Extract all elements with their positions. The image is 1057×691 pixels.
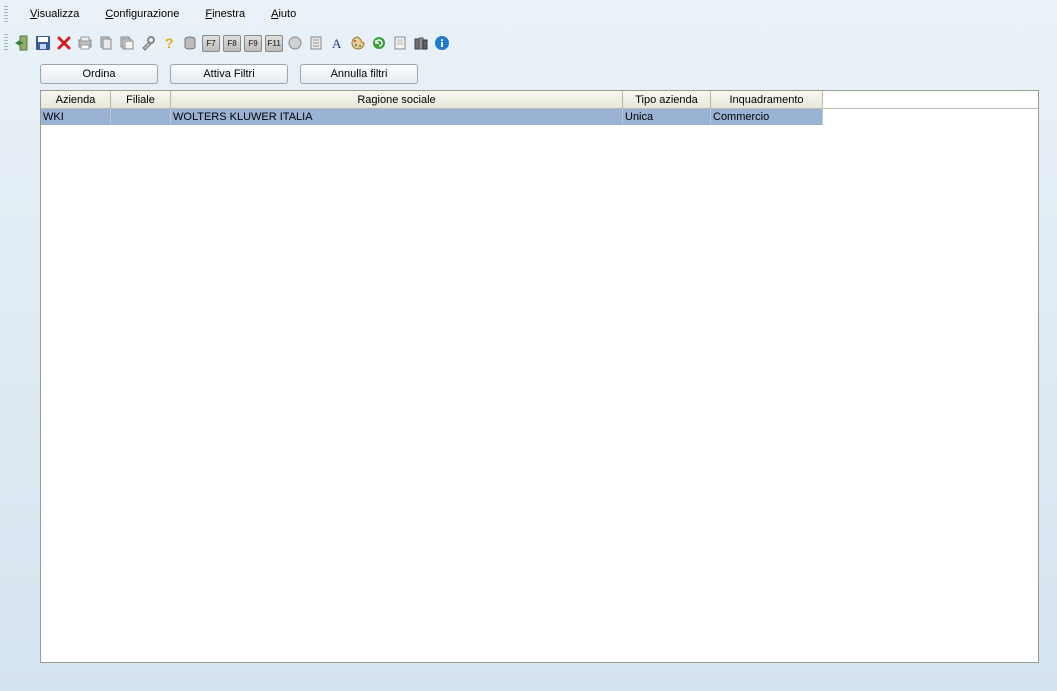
menubar: Visualizza Configurazione Finestra Aiuto [0, 0, 1057, 28]
refresh-icon[interactable] [370, 34, 388, 52]
grid-panel: Azienda Filiale Ragione sociale Tipo azi… [40, 90, 1039, 663]
info-icon[interactable] [433, 34, 451, 52]
tool-icon[interactable] [139, 34, 157, 52]
ordina-button[interactable]: Ordina [40, 64, 158, 84]
menu-visualizza[interactable]: Visualizza [24, 6, 85, 22]
circle-gray-icon[interactable] [286, 34, 304, 52]
page-icon[interactable] [391, 34, 409, 52]
note-icon[interactable] [307, 34, 325, 52]
col-header-filiale[interactable]: Filiale [111, 91, 171, 109]
cell-inquadramento: Commercio [711, 109, 823, 125]
svg-text:A: A [332, 36, 342, 51]
svg-text:?: ? [165, 35, 174, 51]
f9-key[interactable]: F9 [244, 34, 262, 52]
books-icon[interactable] [412, 34, 430, 52]
grid-header: Azienda Filiale Ragione sociale Tipo azi… [41, 91, 1038, 109]
document-stack2-icon[interactable] [118, 34, 136, 52]
print-icon[interactable] [76, 34, 94, 52]
menu-configurazione[interactable]: Configurazione [99, 6, 185, 22]
menubar-grip [4, 6, 8, 22]
attiva-filtri-button[interactable]: Attiva Filtri [170, 64, 288, 84]
save-icon[interactable] [34, 34, 52, 52]
table-row[interactable]: WKI WOLTERS KLUWER ITALIA Unica Commerci… [41, 109, 1038, 125]
menu-finestra[interactable]: Finestra [199, 6, 251, 22]
f11-key[interactable]: F11 [265, 34, 283, 52]
font-icon[interactable]: A [328, 34, 346, 52]
document-stack1-icon[interactable] [97, 34, 115, 52]
f7-key[interactable]: F7 [202, 34, 220, 52]
annulla-filtri-button[interactable]: Annulla filtri [300, 64, 418, 84]
toolbar-grip [4, 34, 8, 52]
delete-icon[interactable] [55, 34, 73, 52]
action-row: Ordina Attiva Filtri Annulla filtri [0, 58, 1057, 88]
col-header-tipo-azienda[interactable]: Tipo azienda [623, 91, 711, 109]
cell-filiale [111, 109, 171, 125]
cell-tipo-azienda: Unica [623, 109, 711, 125]
cell-empty [823, 109, 1038, 125]
col-header-azienda[interactable]: Azienda [41, 91, 111, 109]
cell-azienda: WKI [41, 109, 111, 125]
col-header-inquadramento[interactable]: Inquadramento [711, 91, 823, 109]
database-icon[interactable] [181, 34, 199, 52]
col-header-ragione-sociale[interactable]: Ragione sociale [171, 91, 623, 109]
menu-aiuto[interactable]: Aiuto [265, 6, 302, 22]
cell-ragione-sociale: WOLTERS KLUWER ITALIA [171, 109, 623, 125]
f8-key[interactable]: F8 [223, 34, 241, 52]
exit-icon[interactable] [13, 34, 31, 52]
toolbar: ? F7 F8 F9 F11 A [0, 28, 1057, 58]
help-icon[interactable]: ? [160, 34, 178, 52]
col-header-empty [823, 91, 1038, 109]
palette-icon[interactable] [349, 34, 367, 52]
